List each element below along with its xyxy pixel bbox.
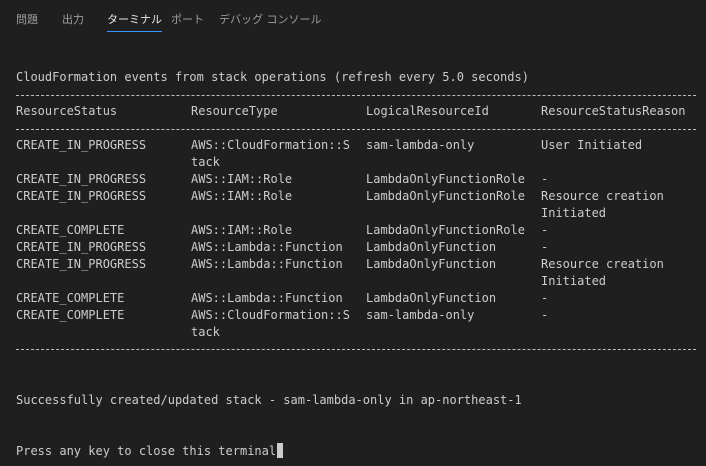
cell-logical-resource-id: sam-lambda-only <box>366 138 475 152</box>
cell-resource-type: AWS::IAM::Role <box>191 223 293 237</box>
cell-logical-resource-id: LambdaOnlyFunction <box>366 257 497 271</box>
close-prompt: Press any key to close this terminal <box>16 443 284 460</box>
tab-problems[interactable]: 問題 <box>16 12 38 28</box>
cell-logical-resource-id: sam-lambda-only <box>366 308 475 322</box>
header-resource-status: ResourceStatus <box>16 104 118 118</box>
cell-resource-type: AWS::Lambda::Function <box>191 257 343 271</box>
active-tab-indicator <box>107 31 162 32</box>
cell-resource-type: tack <box>191 325 220 339</box>
cell-logical-resource-id: LambdaOnlyFunctionRole <box>366 172 525 186</box>
header-resource-status-reason: ResourceStatusReason <box>541 104 686 118</box>
panel-tab-bar: 問題 出力 ターミナル ポート デバッグ コンソール <box>0 0 706 38</box>
cell-resource-status: CREATE_IN_PROGRESS <box>16 257 147 271</box>
cell-resource-status-reason: - <box>541 308 549 322</box>
cell-logical-resource-id: LambdaOnlyFunction <box>366 291 497 305</box>
cell-logical-resource-id: LambdaOnlyFunctionRole <box>366 223 525 237</box>
table-top-rule <box>16 95 696 96</box>
cell-resource-type: AWS::IAM::Role <box>191 172 293 186</box>
tab-terminal-label: ターミナル <box>107 13 162 26</box>
header-logical-resource-id: LogicalResourceId <box>366 104 489 118</box>
cell-resource-status: CREATE_COMPLETE <box>16 223 125 237</box>
cell-resource-status-reason: Initiated <box>541 206 607 220</box>
cell-resource-type: AWS::Lambda::Function <box>191 291 343 305</box>
cell-resource-status: CREATE_IN_PROGRESS <box>16 138 147 152</box>
cell-resource-status: CREATE_COMPLETE <box>16 291 125 305</box>
cell-resource-type: AWS::IAM::Role <box>191 189 293 203</box>
terminal-cursor <box>277 443 284 458</box>
cell-resource-status-reason: Resource creation <box>541 257 664 271</box>
cell-resource-type: AWS::CloudFormation::S <box>191 138 350 152</box>
table-bottom-rule <box>16 349 696 350</box>
cell-resource-status: CREATE_IN_PROGRESS <box>16 240 147 254</box>
cell-resource-status: CREATE_COMPLETE <box>16 308 125 322</box>
tab-ports[interactable]: ポート <box>171 12 204 28</box>
cell-resource-type: tack <box>191 155 220 169</box>
close-prompt-text: Press any key to close this terminal <box>16 444 277 458</box>
header-resource-type: ResourceType <box>191 104 278 118</box>
cell-resource-type: AWS::CloudFormation::S <box>191 308 350 322</box>
cell-resource-status: CREATE_IN_PROGRESS <box>16 189 147 203</box>
table-header-rule <box>16 129 696 130</box>
cell-resource-status-reason: - <box>541 172 549 186</box>
cell-resource-status-reason: User Initiated <box>541 138 643 152</box>
success-message: Successfully created/updated stack - sam… <box>16 393 522 407</box>
events-heading: CloudFormation events from stack operati… <box>16 70 529 84</box>
terminal-output[interactable]: CloudFormation events from stack operati… <box>0 38 706 466</box>
cell-resource-status-reason: - <box>541 240 549 254</box>
cell-resource-status-reason: Resource creation <box>541 189 664 203</box>
tab-debug-console[interactable]: デバッグ コンソール <box>219 12 322 28</box>
tab-output[interactable]: 出力 <box>62 12 84 28</box>
cell-logical-resource-id: LambdaOnlyFunctionRole <box>366 189 525 203</box>
cell-logical-resource-id: LambdaOnlyFunction <box>366 240 497 254</box>
cell-resource-status: CREATE_IN_PROGRESS <box>16 172 147 186</box>
cell-resource-status-reason: - <box>541 291 549 305</box>
cell-resource-type: AWS::Lambda::Function <box>191 240 343 254</box>
cell-resource-status-reason: Initiated <box>541 274 607 288</box>
cell-resource-status-reason: - <box>541 223 549 237</box>
tab-terminal[interactable]: ターミナル <box>107 12 162 32</box>
